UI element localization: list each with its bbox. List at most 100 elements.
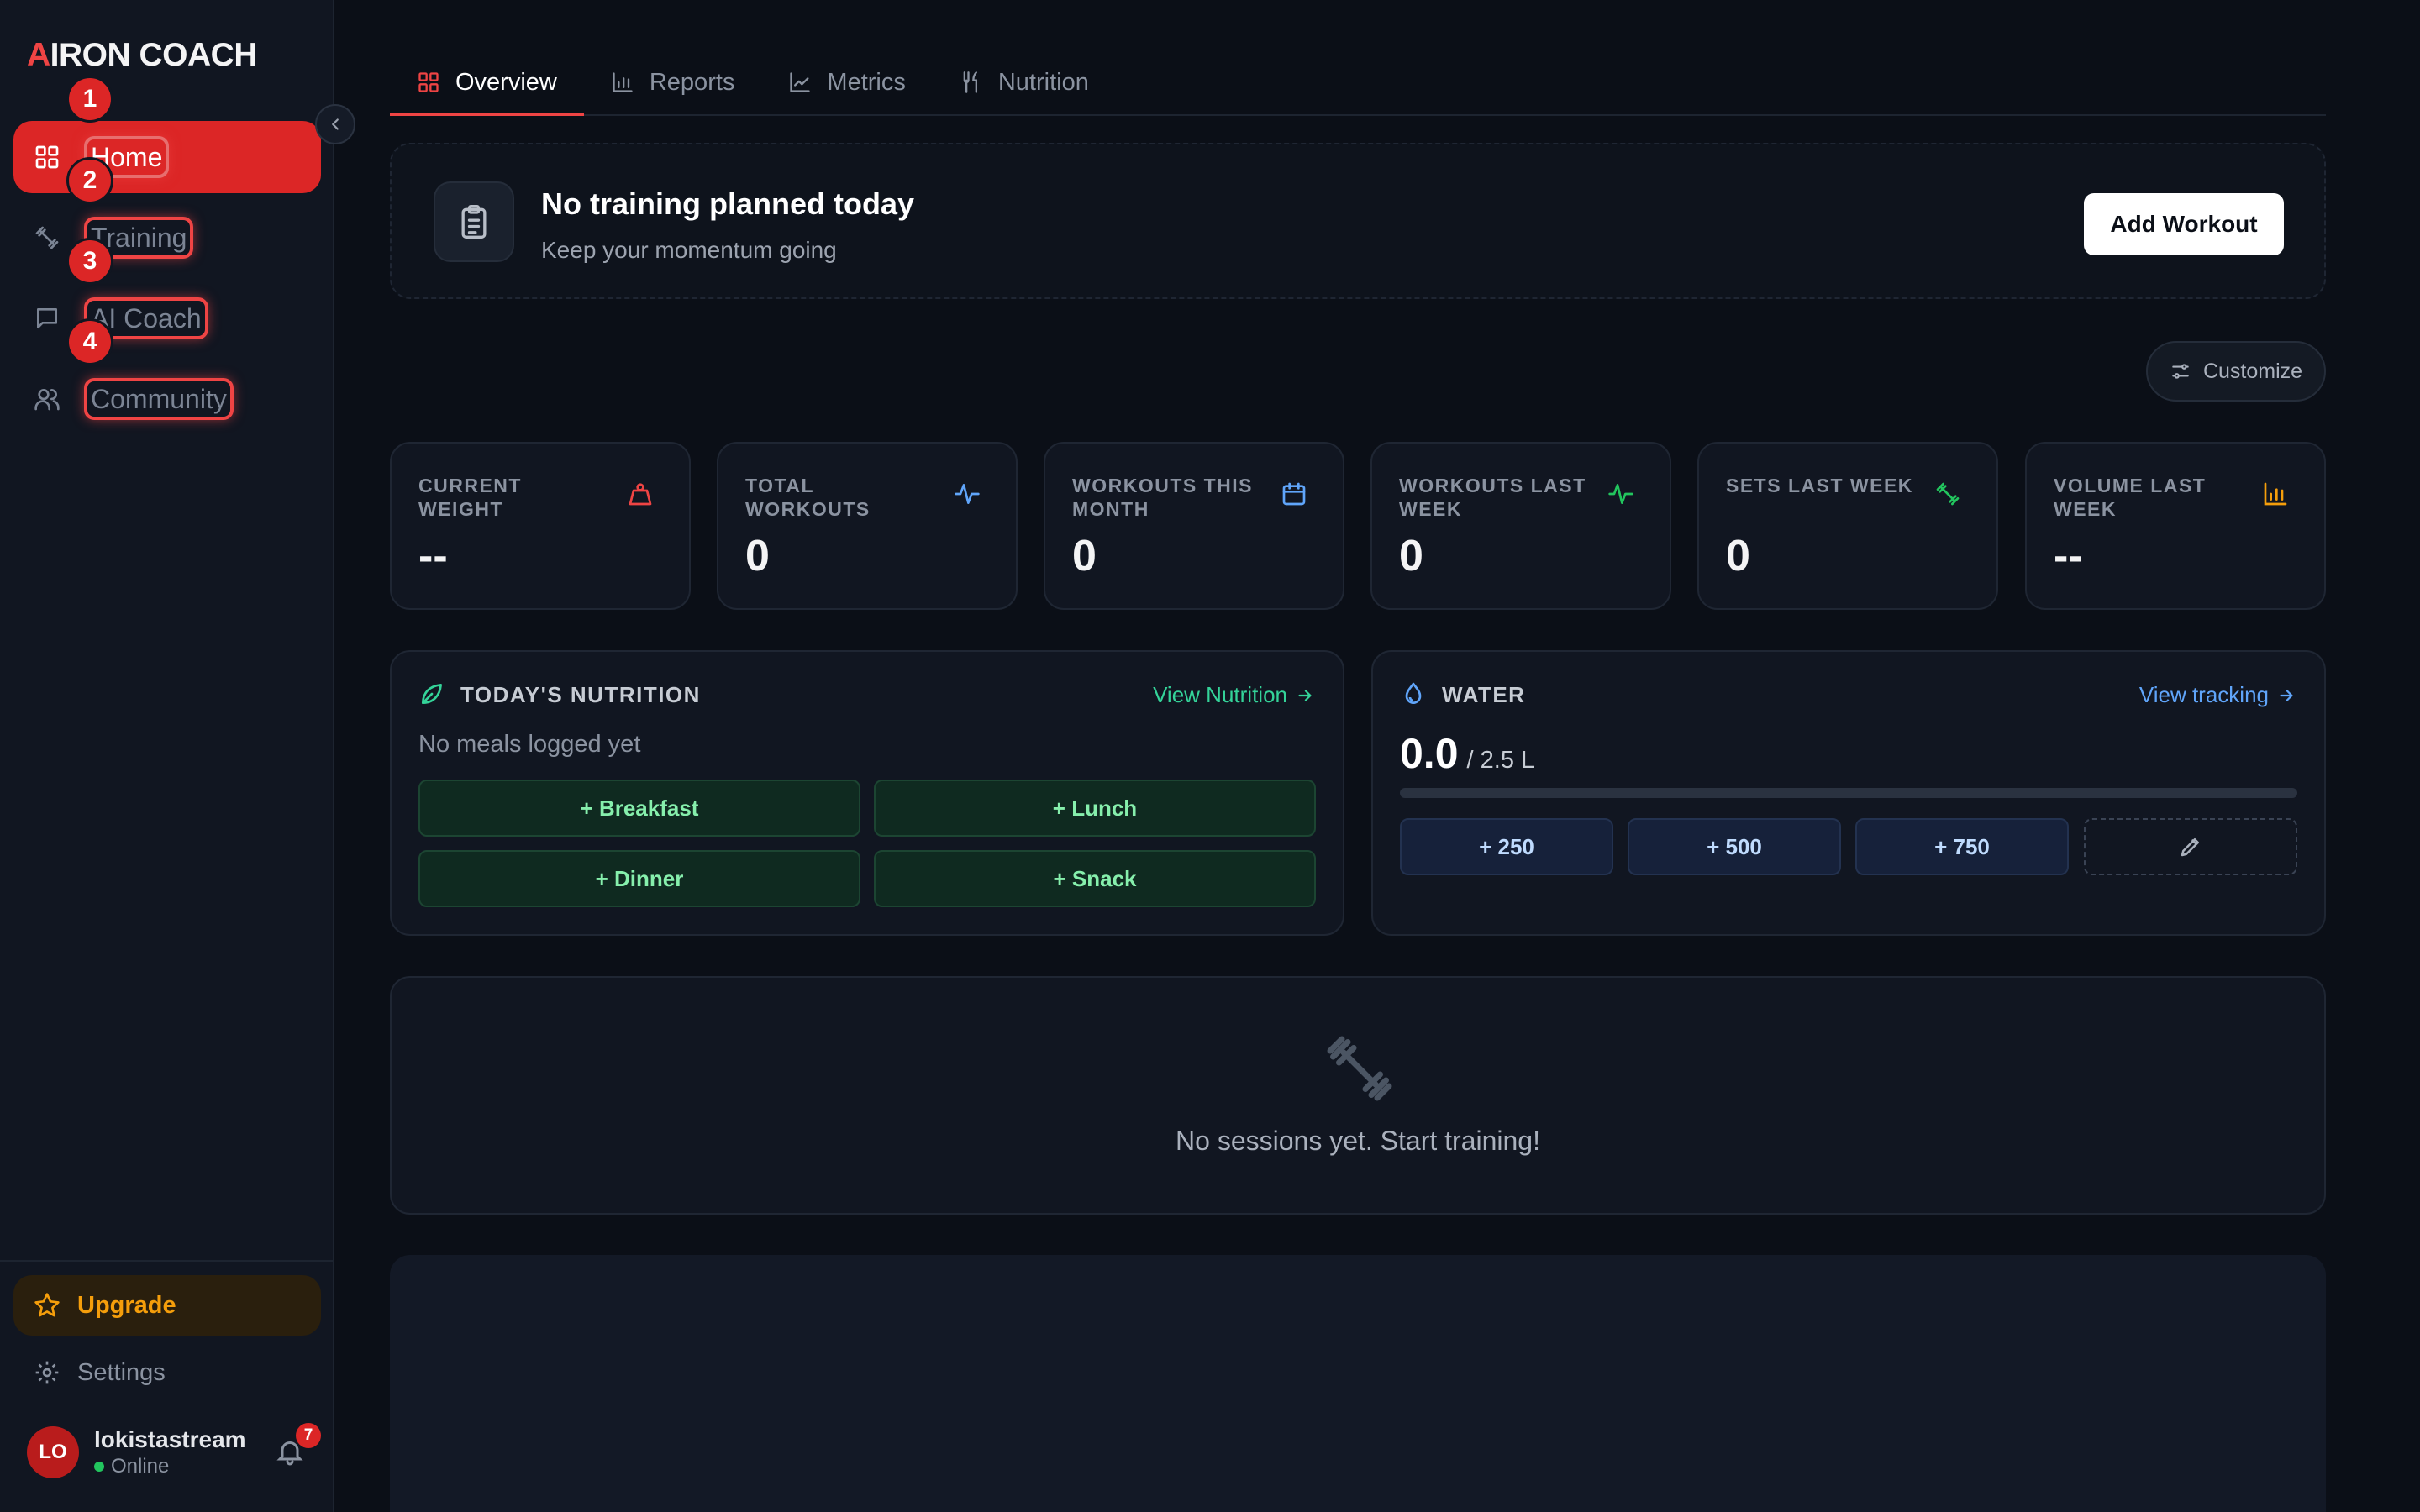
water-panel: WATER View tracking 0.0 / 2.5 L + 250 + … <box>1371 650 2326 936</box>
main-tabs: Overview Reports Metrics Nutrition <box>390 50 2326 116</box>
sidebar: A IRON COACH Home Training AI Coach Comm… <box>0 0 355 1512</box>
annotation-marker: 2 <box>66 157 113 204</box>
bar-chart-icon <box>2264 482 2287 506</box>
add-500-button[interactable]: + 500 <box>1628 818 1841 875</box>
stat-value: -- <box>2054 532 2083 580</box>
tab-nutrition[interactable]: Nutrition <box>933 50 1116 114</box>
view-nutrition-label: View Nutrition <box>1153 682 1287 707</box>
tab-label: Nutrition <box>997 68 1089 96</box>
custom-amount-button[interactable] <box>2084 818 2297 875</box>
gear-icon <box>35 1361 59 1384</box>
customize-button[interactable]: Customize <box>2146 341 2326 402</box>
sidebar-item-training[interactable]: Training <box>13 202 321 274</box>
grid-icon <box>418 72 439 92</box>
app-logo[interactable]: A IRON COACH <box>27 37 258 73</box>
activity-icon <box>1608 484 1634 504</box>
collapse-sidebar-button[interactable] <box>315 104 355 144</box>
upgrade-button[interactable]: Upgrade <box>13 1275 321 1336</box>
grid-icon <box>35 145 59 169</box>
user-info: lokistastream Online <box>94 1426 246 1478</box>
plan-subtitle: Keep your momentum going <box>541 237 837 263</box>
clipboard-icon <box>434 181 514 262</box>
arrow-right-icon <box>2280 689 2293 701</box>
view-tracking-label: View tracking <box>2139 682 2269 707</box>
stat-label: CURRENT WEIGHT <box>418 475 522 520</box>
nutrition-title: TODAY'S NUTRITION <box>460 682 701 707</box>
weight-icon <box>629 483 652 506</box>
sidebar-item-home[interactable]: Home <box>13 121 321 193</box>
tab-overview[interactable]: Overview <box>390 50 584 116</box>
view-tracking-link[interactable]: View tracking <box>2139 682 2296 708</box>
stat-value: 0 <box>1072 532 1097 580</box>
upgrade-label: Upgrade <box>77 1291 176 1319</box>
user-name: lokistastream <box>94 1426 246 1452</box>
stat-value: -- <box>418 532 448 580</box>
tab-label: Metrics <box>827 68 906 96</box>
stat-card-sets-last-week[interactable]: SETS LAST WEEK 0 <box>1697 442 1998 610</box>
dumbbell-icon <box>1936 482 1960 506</box>
water-progress-bar <box>1400 788 2297 798</box>
annotation-marker: 4 <box>66 318 113 365</box>
stat-card-total-workouts[interactable]: TOTAL WORKOUTS 0 <box>717 442 1018 610</box>
bottom-panel <box>390 1255 2326 1512</box>
add-snack-button[interactable]: + Snack <box>874 850 1316 907</box>
stat-card-volume-last-week[interactable]: VOLUME LAST WEEK -- <box>2025 442 2326 610</box>
logo-text: IRON COACH <box>50 37 258 73</box>
stat-card-workouts-last-week[interactable]: WORKOUTS LAST WEEK 0 <box>1370 442 1671 610</box>
sidebar-item-community[interactable]: Community <box>13 363 321 435</box>
stat-card-current-weight[interactable]: CURRENT WEIGHT -- <box>390 442 691 610</box>
stat-label: SETS LAST WEEK <box>1726 475 1913 496</box>
annotation-marker: 3 <box>66 238 113 285</box>
avatar[interactable]: LO <box>27 1426 79 1478</box>
utensils-icon <box>963 71 977 93</box>
tab-metrics[interactable]: Metrics <box>761 50 932 114</box>
annotation-marker: 1 <box>66 76 113 123</box>
stat-label: TOTAL WORKOUTS <box>745 475 871 520</box>
water-goal: / 2.5 L <box>1466 747 1535 774</box>
customize-label: Customize <box>2202 359 2303 383</box>
settings-label: Settings <box>77 1358 166 1386</box>
stat-value: 0 <box>1726 532 1750 580</box>
arrow-right-icon <box>1298 689 1312 701</box>
add-breakfast-button[interactable]: + Breakfast <box>418 780 860 837</box>
settings-link[interactable]: Settings <box>13 1342 321 1403</box>
calendar-icon <box>1282 482 1306 506</box>
water-amount: 0.0 / 2.5 L <box>1400 729 1534 778</box>
chevron-left-icon <box>332 118 339 130</box>
bar-chart-icon <box>613 72 633 92</box>
add-250-button[interactable]: + 250 <box>1400 818 1613 875</box>
sliders-icon <box>2172 364 2189 379</box>
add-workout-button[interactable]: Add Workout <box>2084 193 2284 255</box>
sidebar-item-label: Community <box>84 378 234 420</box>
todays-nutrition-panel: TODAY'S NUTRITION View Nutrition No meal… <box>390 650 1344 936</box>
user-status: Online <box>94 1455 246 1478</box>
water-value: 0.0 <box>1400 730 1459 777</box>
add-dinner-button[interactable]: + Dinner <box>418 850 860 907</box>
user-status-text: Online <box>111 1455 170 1478</box>
notification-badge: 7 <box>296 1423 321 1448</box>
tab-label: Reports <box>649 68 735 96</box>
divider <box>0 1260 334 1262</box>
stat-label: VOLUME LAST WEEK <box>2054 475 2207 520</box>
nutrition-empty-text: No meals logged yet <box>418 731 641 758</box>
add-750-button[interactable]: + 750 <box>1855 818 2069 875</box>
stat-value: 0 <box>745 532 770 580</box>
dumbbell-icon <box>1327 1036 1392 1101</box>
stat-card-workouts-this-month[interactable]: WORKOUTS THIS MONTH 0 <box>1044 442 1344 610</box>
tab-label: Overview <box>455 68 557 96</box>
user-profile[interactable]: LO lokistastream Online 7 <box>27 1423 321 1482</box>
sessions-panel: No sessions yet. Start training! <box>390 976 2326 1215</box>
online-dot-icon <box>94 1462 104 1472</box>
stat-label: WORKOUTS LAST WEEK <box>1399 475 1586 520</box>
chat-icon <box>37 308 57 328</box>
pencil-icon <box>2181 838 2199 857</box>
star-icon <box>34 1293 60 1317</box>
dumbbell-icon <box>35 226 59 249</box>
plan-title: No training planned today <box>541 186 915 221</box>
add-lunch-button[interactable]: + Lunch <box>874 780 1316 837</box>
tab-reports[interactable]: Reports <box>584 50 762 114</box>
leaf-icon <box>422 684 442 704</box>
sidebar-item-ai-coach[interactable]: AI Coach <box>13 282 321 354</box>
logo-accent-letter: A <box>27 37 50 73</box>
view-nutrition-link[interactable]: View Nutrition <box>1153 682 1314 708</box>
